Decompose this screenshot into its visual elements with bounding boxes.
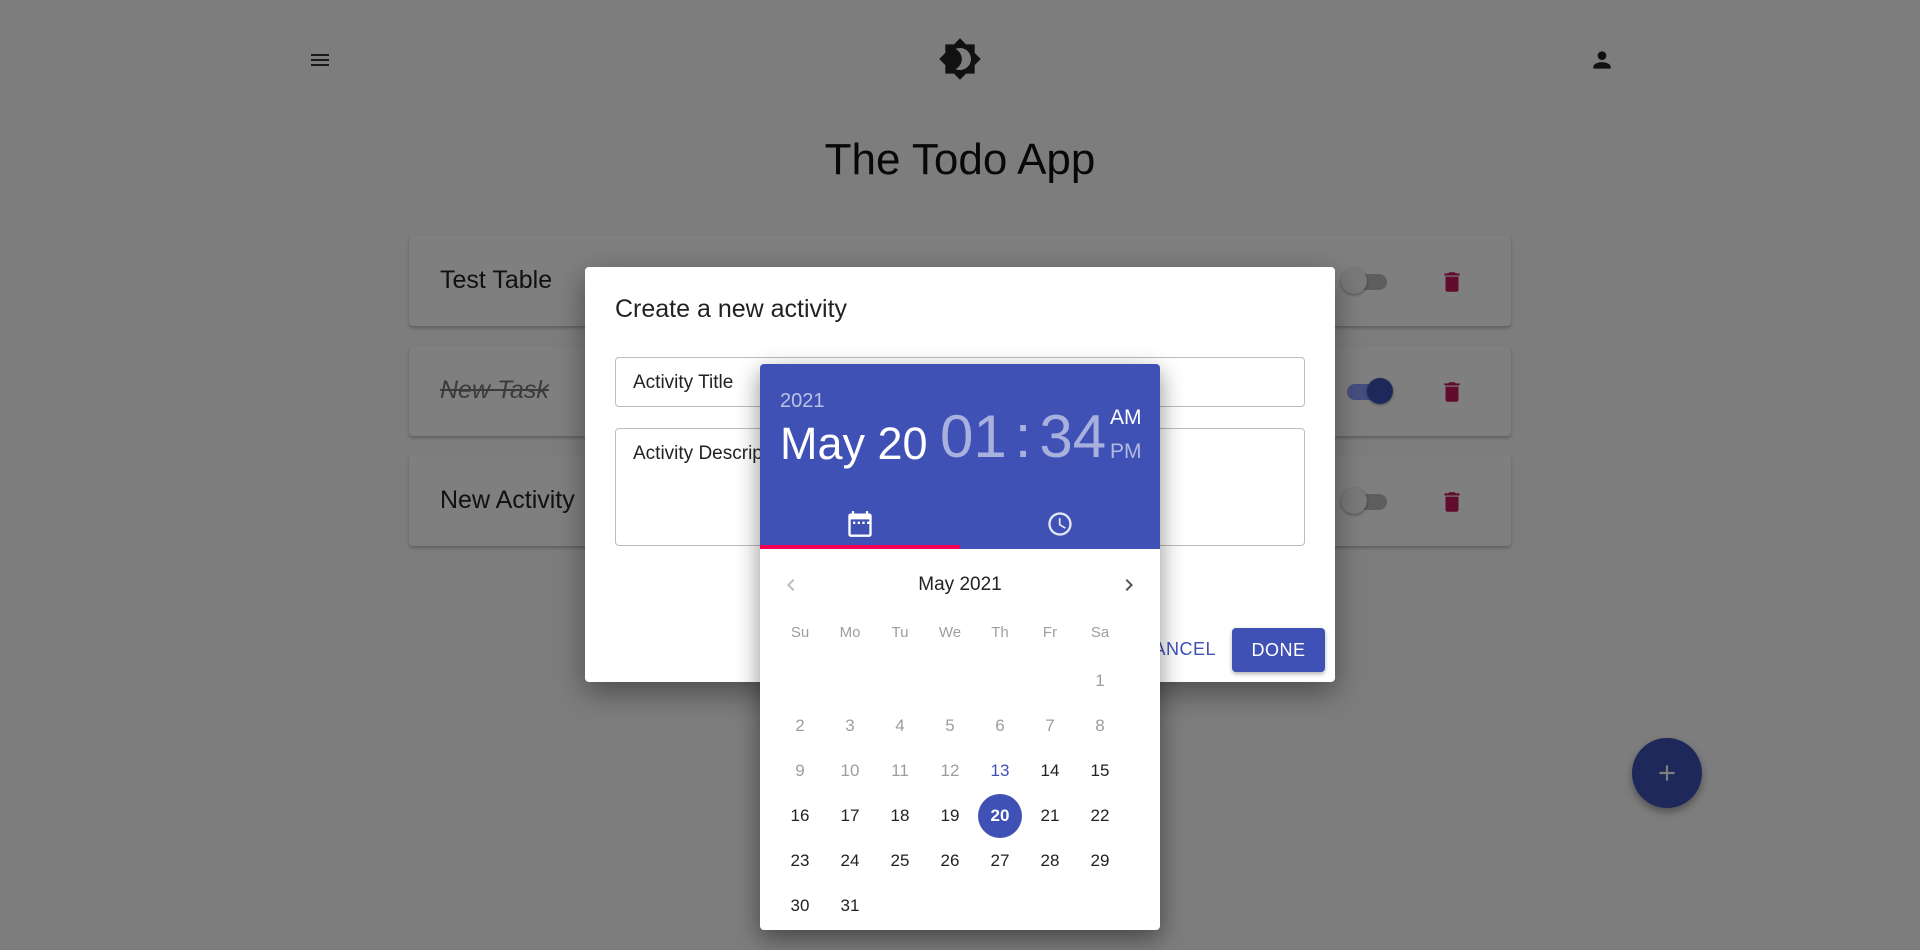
chevron-right-icon [1125, 579, 1133, 591]
calendar-day: 5 [945, 716, 955, 735]
calendar-icon [848, 511, 872, 537]
next-month-button[interactable] [1114, 570, 1144, 600]
calendar-day[interactable]: 14 [1028, 749, 1072, 793]
picker-time: 01:34 [940, 402, 1106, 471]
tab-indicator [760, 545, 960, 549]
calendar-day: 4 [895, 716, 905, 735]
calendar-day: 8 [1095, 716, 1105, 735]
calendar-day: 7 [1045, 716, 1055, 735]
calendar-day[interactable]: 23 [778, 839, 822, 883]
calendar-day[interactable]: 30 [778, 884, 822, 928]
calendar-day[interactable]: 16 [778, 794, 822, 838]
calendar-day: 9 [795, 761, 805, 780]
calendar-day[interactable]: 17 [828, 794, 872, 838]
am-button[interactable]: AM [1110, 406, 1142, 430]
tab-time[interactable] [960, 499, 1160, 549]
calendar-day[interactable]: 31 [828, 884, 872, 928]
calendar-day[interactable]: 27 [978, 839, 1022, 883]
picker-date[interactable]: May 20 [780, 418, 928, 470]
calendar-day[interactable]: 25 [878, 839, 922, 883]
tab-date[interactable] [760, 499, 960, 549]
weekday-label: Sa [1090, 624, 1110, 641]
dialog-title: Create a new activity [615, 295, 848, 323]
picker-minute[interactable]: 34 [1039, 403, 1106, 470]
calendar-day[interactable]: 28 [1028, 839, 1072, 883]
calendar-day[interactable]: 20 [978, 794, 1022, 838]
calendar-day[interactable]: 13 [978, 749, 1022, 793]
calendar-day[interactable]: 24 [828, 839, 872, 883]
calendar-day[interactable]: 15 [1078, 749, 1122, 793]
clock-icon [1048, 512, 1072, 536]
calendar-day: 12 [940, 761, 960, 780]
picker-hour[interactable]: 01 [940, 403, 1007, 470]
picker-year[interactable]: 2021 [780, 390, 825, 413]
weekday-label: We [938, 624, 962, 641]
date-time-picker: 2021 May 20 01:34 AM PM May 2021 Su Mo T… [760, 364, 1160, 930]
weekday-label: Th [991, 624, 1009, 641]
calendar-day[interactable]: 18 [878, 794, 922, 838]
calendar-day: 3 [845, 716, 855, 735]
calendar-month-label: May 2021 [918, 574, 1002, 595]
weekday-label: Fr [1042, 624, 1058, 641]
calendar-day[interactable]: 19 [928, 794, 972, 838]
calendar-day: 10 [840, 761, 860, 780]
calendar-day: 11 [891, 761, 909, 780]
weekday-label: Mo [839, 624, 861, 641]
calendar-day[interactable]: 26 [928, 839, 972, 883]
calendar-day[interactable]: 22 [1078, 794, 1122, 838]
calendar-day: 1 [1095, 671, 1105, 690]
time-separator: : [1014, 403, 1032, 470]
pm-button[interactable]: PM [1110, 440, 1142, 464]
calendar-day: 2 [795, 716, 805, 735]
calendar-day: 6 [995, 716, 1005, 735]
calendar-day[interactable]: 29 [1078, 839, 1122, 883]
done-button[interactable]: DONE [1232, 628, 1325, 672]
calendar-day[interactable]: 21 [1028, 794, 1072, 838]
weekday-label: Tu [891, 624, 909, 641]
calendar-header: May 2021 [760, 564, 1160, 604]
picker-toolbar: 2021 May 20 01:34 AM PM [760, 364, 1160, 549]
weekday-label: Su [790, 624, 810, 641]
